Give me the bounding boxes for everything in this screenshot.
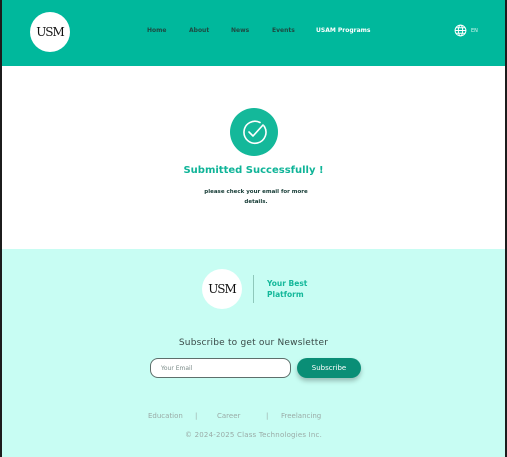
nav-events[interactable]: Events [272, 27, 295, 34]
footer: USM Your Best Platform Subscribe to get … [2, 249, 505, 457]
main-content: Submitted Successfully ! please check yo… [2, 66, 505, 249]
footer-separator: | [195, 412, 198, 420]
subscribe-button[interactable]: Subscribe [297, 358, 361, 378]
nav-bar: Home About News Events USAM Programs [2, 27, 505, 39]
footer-logo[interactable]: USM [202, 269, 242, 309]
nav-usam-programs[interactable]: USAM Programs [316, 27, 371, 34]
footer-separator: | [266, 412, 269, 420]
success-title: Submitted Successfully ! [183, 165, 324, 176]
footer-link-freelancing[interactable]: Freelancing [281, 412, 321, 420]
footer-link-career[interactable]: Career [217, 412, 240, 420]
tagline: Your Best Platform [267, 279, 308, 299]
nav-about[interactable]: About [189, 27, 209, 34]
nav-news[interactable]: News [231, 27, 249, 34]
nav-home[interactable]: Home [147, 27, 166, 34]
copyright: © 2024-2025 Class Technologies Inc. [184, 431, 322, 439]
check-circle-icon [230, 108, 278, 156]
globe-icon [454, 24, 467, 37]
language-selector[interactable]: EN [454, 24, 478, 37]
footer-logo-text: USM [208, 282, 237, 296]
success-message: please check your email for more details… [204, 189, 308, 205]
newsletter-title: Subscribe to get our Newsletter [178, 338, 329, 348]
footer-link-education[interactable]: Education [148, 412, 183, 420]
header: USM Home About News Events USAM Programs… [2, 0, 505, 66]
language-label: EN [471, 27, 478, 34]
email-input[interactable] [150, 358, 291, 378]
page-frame: USM Home About News Events USAM Programs… [0, 0, 507, 457]
footer-divider [253, 275, 254, 303]
footer-links: Education | Career | Freelancing [2, 412, 505, 422]
